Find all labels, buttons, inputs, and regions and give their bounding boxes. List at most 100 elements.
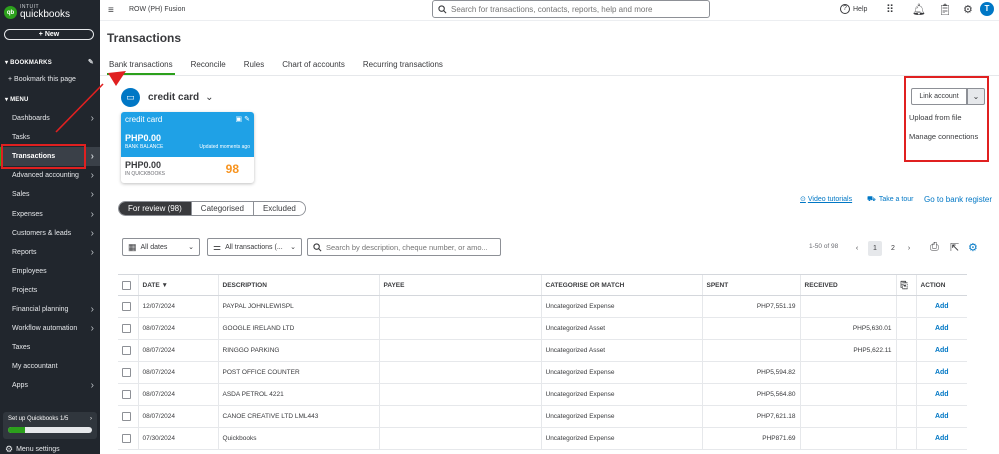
row-checkbox[interactable]	[122, 368, 131, 377]
cell-category[interactable]: Uncategorized Asset	[540, 339, 702, 362]
cell-payee[interactable]	[378, 339, 541, 362]
add-transaction-button[interactable]: Add	[915, 361, 967, 384]
tab-chart-of-accounts[interactable]: Chart of accounts	[280, 60, 347, 75]
column-categorise[interactable]: CATEGORISE OR MATCH	[540, 274, 702, 296]
sidebar-item-advanced-accounting[interactable]: Advanced accounting ›	[0, 166, 100, 185]
date-filter-dropdown[interactable]: ▦ All dates ⌄	[122, 238, 200, 256]
cell-payee[interactable]	[378, 405, 541, 428]
sidebar-item-employees[interactable]: Employees	[0, 262, 100, 281]
table-row[interactable]: 08/07/2024 GOOGLE IRELAND LTD Uncategorize…	[118, 317, 967, 340]
export-icon[interactable]: ⇱	[950, 241, 959, 254]
sidebar-item-projects[interactable]: Projects	[0, 281, 100, 300]
tab-reconcile[interactable]: Reconcile	[189, 60, 228, 75]
menu-settings-link[interactable]: ⚙ Menu settings	[5, 444, 60, 454]
sidebar-item-sales[interactable]: Sales ›	[0, 185, 100, 204]
column-description[interactable]: DESCRIPTION	[217, 274, 379, 296]
apps-grid-icon[interactable]: ⠿	[886, 3, 894, 16]
cell-category[interactable]: Uncategorized Expense	[540, 383, 702, 406]
column-payee[interactable]: PAYEE	[378, 274, 541, 296]
link-account-button[interactable]: Link account	[911, 88, 967, 105]
sidebar-item-financial-planning[interactable]: Financial planning ›	[0, 300, 100, 319]
manage-connections-option[interactable]: Manage connections	[909, 132, 978, 141]
table-row[interactable]: 08/07/2024 POST OFFICE COUNTER Uncategoriz…	[118, 361, 967, 384]
cell-category[interactable]: Uncategorized Expense	[540, 361, 702, 384]
global-search-input[interactable]	[451, 4, 701, 14]
account-selector[interactable]: ▭ credit card ⌄	[121, 88, 214, 107]
sidebar-item-expenses[interactable]: Expenses ›	[0, 205, 100, 224]
bookmark-this-page-link[interactable]: + Bookmark this page	[8, 76, 76, 83]
transaction-search[interactable]	[307, 238, 501, 256]
tab-recurring-transactions[interactable]: Recurring transactions	[361, 60, 445, 75]
sidebar-item-dashboards[interactable]: Dashboards ›	[0, 109, 100, 128]
add-transaction-button[interactable]: Add	[915, 295, 967, 318]
cell-payee[interactable]	[378, 383, 541, 406]
page-next-icon[interactable]: ›	[902, 241, 916, 256]
filter-excluded[interactable]: Excluded	[253, 202, 305, 215]
sidebar-item-customers-leads[interactable]: Customers & leads ›	[0, 224, 100, 243]
link-account-dropdown-toggle[interactable]: ⌄	[967, 88, 985, 105]
column-spent[interactable]: SPENT	[701, 274, 800, 296]
sidebar-item-taxes[interactable]: Taxes	[0, 338, 100, 357]
account-card[interactable]: credit card ▣ ✎ PHP0.00 BANK BALANCE Upd…	[121, 112, 254, 183]
column-date[interactable]: DATE ▼	[137, 274, 218, 296]
cell-payee[interactable]	[378, 295, 541, 318]
add-transaction-button[interactable]: Add	[915, 383, 967, 406]
cell-payee[interactable]	[378, 427, 541, 450]
sidebar-item-apps[interactable]: Apps ›	[0, 376, 100, 395]
setup-quickbooks-widget[interactable]: Set up Quickbooks 1/5 ›	[3, 412, 97, 439]
row-checkbox[interactable]	[122, 302, 131, 311]
quickbooks-logo[interactable]: qb INTUIT quickbooks	[4, 5, 70, 20]
go-to-bank-register-link[interactable]: Go to bank register	[924, 195, 992, 204]
table-row[interactable]: 08/07/2024 ASDA PETROL 4221 Uncategorized …	[118, 383, 967, 406]
clipboard-icon[interactable]: 📋︎	[938, 3, 952, 16]
help-button[interactable]: ? Help	[840, 4, 867, 14]
transaction-type-dropdown[interactable]: ⚌ All transactions (... ⌄	[207, 238, 302, 256]
filter-for-review[interactable]: For review (98)	[119, 202, 192, 215]
card-edit-icon[interactable]: ✎	[244, 116, 250, 123]
table-settings-gear-icon[interactable]: ⚙	[968, 241, 978, 254]
cell-payee[interactable]	[378, 361, 541, 384]
cell-category[interactable]: Uncategorized Asset	[540, 317, 702, 340]
transaction-search-input[interactable]	[326, 242, 496, 252]
cell-category[interactable]: Uncategorized Expense	[540, 405, 702, 428]
page-2-button[interactable]: 2	[886, 241, 900, 256]
select-all-checkbox[interactable]	[122, 280, 131, 290]
upload-from-file-option[interactable]: Upload from file	[909, 113, 962, 122]
setup-chevron-icon[interactable]: ›	[90, 416, 92, 422]
add-transaction-button[interactable]: Add	[915, 405, 967, 428]
page-1-button[interactable]: 1	[868, 241, 882, 256]
cell-payee[interactable]	[378, 317, 541, 340]
row-checkbox[interactable]	[122, 390, 131, 399]
add-transaction-button[interactable]: Add	[915, 427, 967, 450]
new-button[interactable]: + New	[4, 29, 94, 40]
tab-rules[interactable]: Rules	[242, 60, 266, 75]
user-avatar[interactable]: T	[980, 2, 994, 16]
page-prev-icon[interactable]: ‹	[850, 241, 864, 256]
add-transaction-button[interactable]: Add	[915, 339, 967, 362]
bell-icon[interactable]: 🔔︎	[912, 3, 926, 16]
sidebar-item-workflow-automation[interactable]: Workflow automation ›	[0, 319, 100, 338]
table-row[interactable]: 08/07/2024 RINGGO PARKING Uncategorized As…	[118, 339, 967, 362]
row-checkbox[interactable]	[122, 324, 131, 333]
take-a-tour-link[interactable]: ⛟ Take a tour	[867, 195, 913, 204]
hamburger-menu-icon[interactable]: ≡	[108, 5, 114, 16]
filter-categorised[interactable]: Categorised	[191, 202, 254, 215]
cell-category[interactable]: Uncategorized Expense	[540, 295, 702, 318]
row-checkbox[interactable]	[122, 412, 131, 421]
sidebar-item-my-accountant[interactable]: My accountant	[0, 357, 100, 376]
table-row[interactable]: 08/07/2024 CANOE CREATIVE LTD LML443 Uncat…	[118, 405, 967, 428]
settings-gear-icon[interactable]: ⚙	[963, 3, 973, 16]
row-checkbox[interactable]	[122, 346, 131, 355]
table-row[interactable]: 12/07/2024 PAYPAL JOHNLEWISPL Uncategorize…	[118, 295, 967, 318]
tab-bank-transactions[interactable]: Bank transactions	[107, 60, 175, 75]
print-icon[interactable]: ⎙	[930, 241, 939, 254]
sidebar-item-reports[interactable]: Reports ›	[0, 243, 100, 262]
column-received[interactable]: RECEIVED	[799, 274, 896, 296]
video-tutorials-link[interactable]: ⊙ Video tutorials	[800, 195, 852, 204]
cell-category[interactable]: Uncategorized Expense	[540, 427, 702, 450]
edit-bookmarks-icon[interactable]: ✎	[88, 58, 94, 66]
table-row[interactable]: 07/30/2024 Quickbooks Uncategorized Expens…	[118, 427, 967, 450]
global-search[interactable]	[432, 0, 710, 18]
add-transaction-button[interactable]: Add	[915, 317, 967, 340]
row-checkbox[interactable]	[122, 434, 131, 443]
